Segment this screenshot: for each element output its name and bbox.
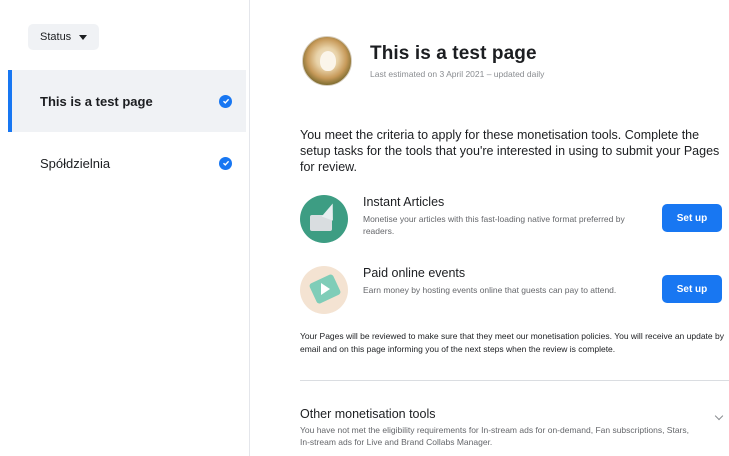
- paid-online-events-setup-button[interactable]: Set up: [662, 275, 722, 303]
- tool-instant-articles: Instant Articles Monetise your articles …: [300, 195, 725, 247]
- intro-text: You meet the criteria to apply for these…: [300, 128, 720, 174]
- sidebar-item-spoldzielnia[interactable]: Spółdzielnia: [8, 132, 246, 194]
- paid-online-events-icon: [300, 266, 348, 314]
- review-note: Your Pages will be reviewed to make sure…: [300, 331, 724, 354]
- status-filter-button[interactable]: Status: [28, 24, 100, 50]
- tool-description: Monetise your articles with this fast-lo…: [363, 214, 625, 236]
- tool-title: Instant Articles: [363, 195, 445, 209]
- verified-badge-icon: [219, 156, 232, 170]
- other-monetisation-tools-section[interactable]: Other monetisation tools You have not me…: [300, 407, 720, 448]
- page-title: This is a test page: [370, 43, 537, 64]
- tool-paid-online-events: Paid online events Earn money by hosting…: [300, 266, 725, 318]
- instant-articles-icon: [300, 195, 348, 243]
- page-avatar: [302, 36, 352, 86]
- tool-title: Paid online events: [363, 266, 466, 280]
- status-filter-label: Status: [40, 31, 72, 43]
- sidebar-item-test-page[interactable]: This is a test page: [8, 70, 246, 132]
- page-header: This is a test page Last estimated on 3 …: [302, 36, 544, 86]
- main-content: This is a test page Last estimated on 3 …: [251, 0, 729, 456]
- tool-description: Earn money by hosting events online that…: [363, 285, 617, 295]
- other-tools-description: You have not met the eligibility require…: [300, 425, 689, 447]
- sidebar-item-label: This is a test page: [40, 93, 153, 109]
- other-tools-title: Other monetisation tools: [300, 407, 436, 421]
- verified-badge-icon: [219, 94, 232, 108]
- instant-articles-setup-button[interactable]: Set up: [662, 204, 722, 232]
- sidebar: Status This is a test page Spółdzielnia: [0, 0, 250, 456]
- sidebar-item-label: Spółdzielnia: [40, 155, 111, 171]
- page-subtitle: Last estimated on 3 April 2021 – updated…: [370, 69, 545, 79]
- divider: [300, 380, 729, 381]
- caret-down-icon: [79, 34, 88, 40]
